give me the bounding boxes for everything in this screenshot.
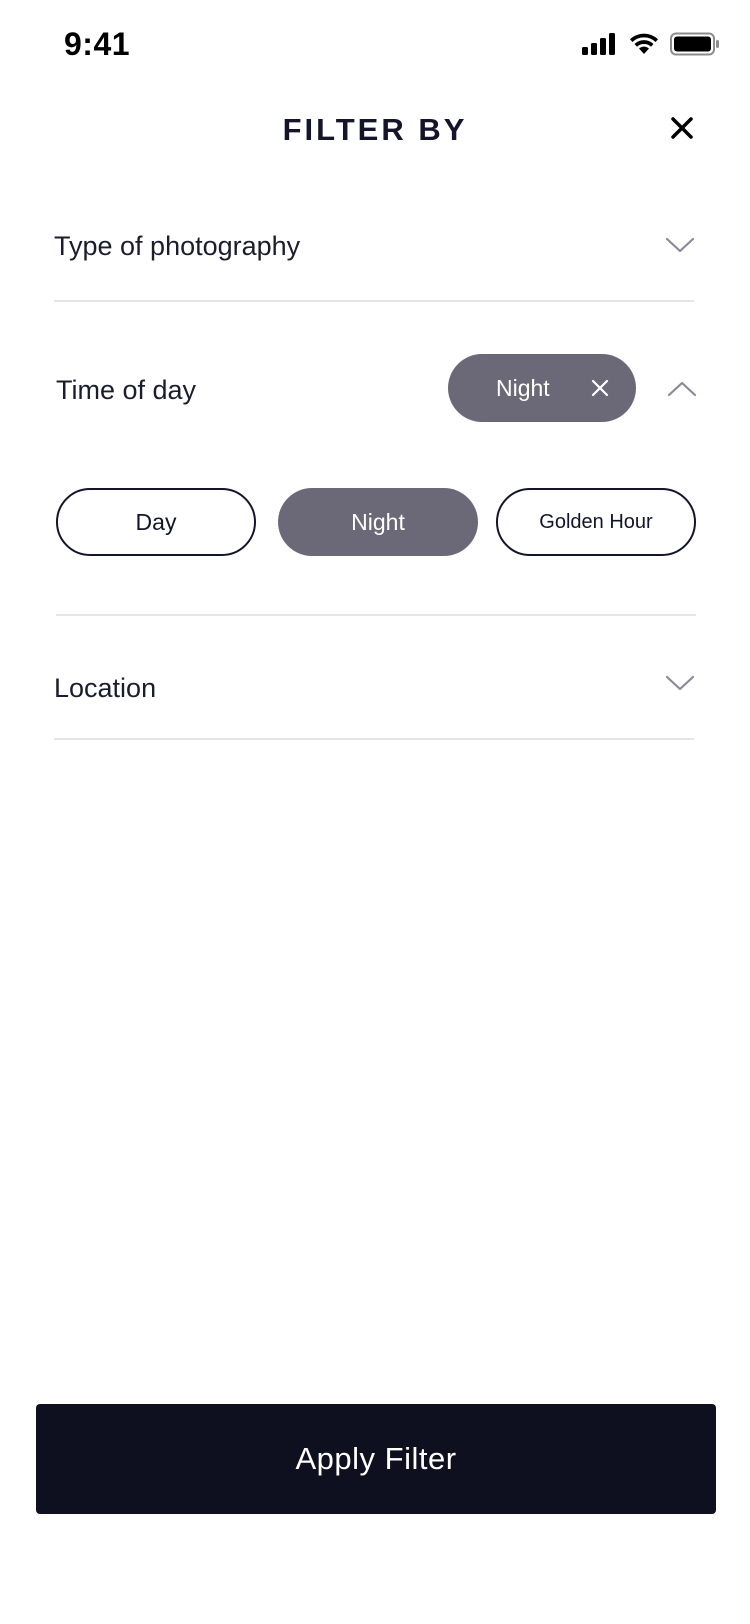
chip-remove-icon[interactable]	[588, 376, 612, 400]
selected-filter-chip[interactable]: Night	[448, 354, 636, 422]
divider	[56, 614, 696, 616]
section-location[interactable]: Location	[54, 668, 696, 708]
signal-icon	[582, 32, 618, 61]
close-button[interactable]	[664, 112, 700, 148]
option-day-label: Day	[135, 508, 177, 535]
chevron-down-icon[interactable]	[662, 234, 698, 256]
chevron-up-icon[interactable]	[664, 378, 700, 400]
close-icon	[670, 116, 694, 145]
wifi-icon	[628, 32, 660, 61]
option-night-label: Night	[351, 508, 405, 535]
option-day[interactable]: Day	[56, 488, 256, 556]
option-night[interactable]: Night	[278, 488, 478, 556]
option-golden-hour-label: Golden Hour	[539, 510, 653, 533]
section-label-type-of-photography: Type of photography	[54, 230, 301, 261]
divider	[54, 738, 694, 740]
selected-chip-label: Night	[496, 374, 550, 401]
battery-icon	[670, 32, 720, 61]
page-title: FILTER BY	[282, 112, 468, 147]
chevron-down-icon[interactable]	[662, 672, 698, 694]
section-label-location: Location	[54, 672, 157, 703]
status-icons	[582, 32, 720, 61]
apply-filter-button[interactable]: Apply Filter	[36, 1404, 716, 1514]
option-golden-hour[interactable]: Golden Hour	[496, 488, 696, 556]
divider	[54, 300, 694, 302]
section-type-of-photography[interactable]: Type of photography	[54, 226, 696, 266]
apply-filter-label: Apply Filter	[295, 1441, 457, 1476]
status-time: 9:41	[64, 26, 131, 62]
section-label-time-of-day: Time of day	[56, 374, 197, 405]
status-bar: 9:41	[0, 0, 750, 92]
